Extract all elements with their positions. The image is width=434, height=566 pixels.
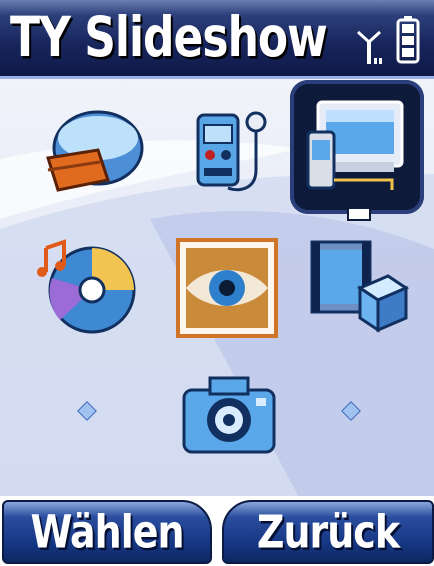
phone-screen: TY Slideshow Wählen Zurück [0, 0, 434, 566]
music-cd-icon[interactable] [30, 228, 140, 338]
title-bar: TY Slideshow [0, 0, 434, 79]
status-area [346, 12, 426, 68]
tv-slideshow-icon[interactable] [302, 92, 412, 202]
image-eye-icon[interactable] [172, 234, 282, 344]
selection-tab [347, 207, 371, 221]
back-softkey[interactable]: Zurück [222, 500, 434, 564]
back-softkey-label: Zurück [256, 505, 400, 559]
antenna-signal-icon [356, 30, 382, 64]
video-cube-icon[interactable] [302, 228, 412, 338]
battery-icon [396, 16, 420, 64]
voice-recorder-icon[interactable] [178, 100, 288, 210]
media-storage-icon[interactable] [38, 100, 148, 210]
camera-icon[interactable] [174, 360, 284, 470]
page-title: TY Slideshow [10, 6, 328, 70]
select-softkey-label: Wählen [30, 505, 184, 559]
select-softkey[interactable]: Wählen [2, 500, 212, 564]
